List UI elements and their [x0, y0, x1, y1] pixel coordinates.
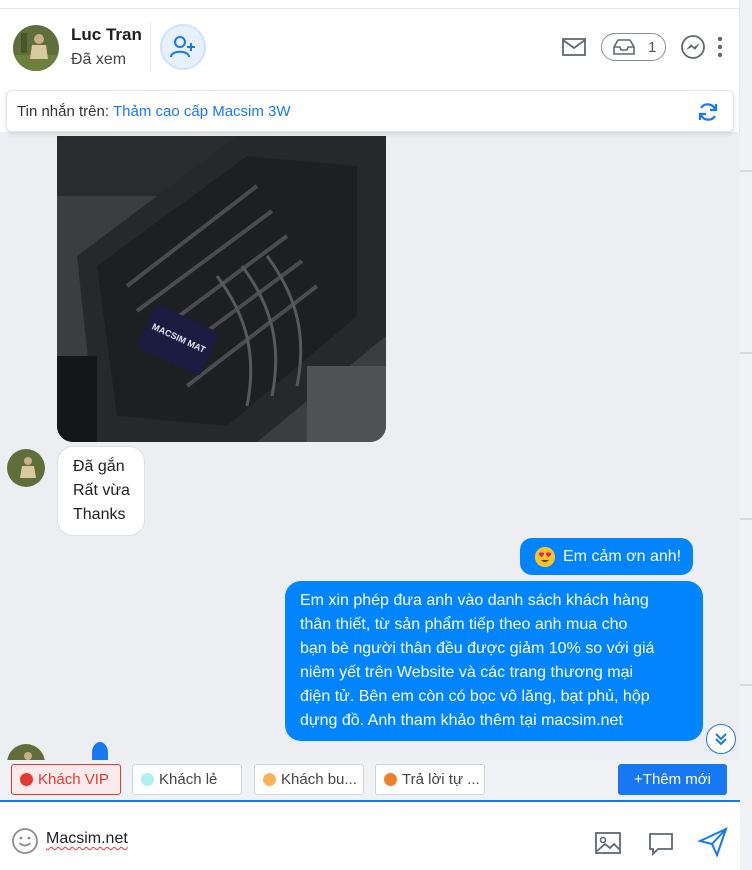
- tag-color-dot: [384, 773, 397, 786]
- add-tag-button[interactable]: +Thêm mới: [618, 764, 727, 795]
- outgoing-message: Em cảm ơn anh!: [520, 538, 694, 575]
- tag-khach-le[interactable]: Khách lẻ: [132, 764, 242, 795]
- panel-edge-divider: [740, 518, 752, 520]
- conversation-header: Luc Tran Đã xem 1: [0, 8, 740, 86]
- message-line: Đã gắn: [73, 458, 125, 475]
- message-line: niêm yết trên Website và các trang thươn…: [300, 664, 634, 681]
- message-text: Em cảm ơn anh!: [563, 547, 682, 565]
- context-product-link[interactable]: Thảm cao cấp Macsim 3W: [113, 103, 291, 120]
- send-icon[interactable]: [697, 826, 729, 858]
- car-mat-photo[interactable]: MACSIM MAT: [57, 136, 386, 442]
- message-input[interactable]: Macsim.net: [46, 830, 128, 848]
- tag-color-dot: [141, 773, 154, 786]
- sender-avatar: [7, 449, 45, 487]
- message-thread[interactable]: MACSIM MAT Đã gắn Rất vừa Thanks Em cảm …: [0, 132, 740, 800]
- panel-edge-divider: [740, 170, 752, 172]
- refresh-icon[interactable]: [697, 101, 719, 123]
- tag-tra-loi-tu-dong[interactable]: Trả lời tự ...: [375, 764, 485, 795]
- emoji-picker-icon[interactable]: [11, 827, 39, 855]
- message-line: điện tử. Bên em còn có bọc vô lăng, bạt …: [300, 688, 650, 705]
- message-line: thân thiết, từ sản phẩm tiếp theo anh mu…: [300, 616, 628, 633]
- attach-image-icon[interactable]: [594, 829, 622, 857]
- message-line: bạn bè người thân đều được giảm 10% so v…: [300, 640, 655, 657]
- tag-khach-buon[interactable]: Khách bu...: [254, 764, 364, 795]
- tag-label: Khách bu...: [281, 771, 357, 788]
- scroll-to-bottom-button[interactable]: [706, 724, 736, 754]
- customer-tags-bar: Khách VIP Khách lẻ Khách bu... Trả lời t…: [0, 760, 740, 800]
- contact-avatar[interactable]: [13, 25, 59, 71]
- panel-edge-divider: [740, 684, 752, 686]
- tag-khach-vip[interactable]: Khách VIP: [11, 764, 121, 795]
- double-chevron-down-icon: [715, 733, 727, 746]
- message-line: Thanks: [73, 506, 126, 523]
- seen-status: Đã xem: [71, 51, 127, 68]
- add-user-icon: [170, 36, 195, 58]
- messenger-icon[interactable]: [680, 34, 706, 60]
- tag-label: Trả lời tự ...: [402, 771, 480, 788]
- contact-name[interactable]: Luc Tran: [71, 25, 142, 45]
- tag-color-dot: [263, 773, 276, 786]
- panel-edge-divider: [740, 352, 752, 354]
- inbox-counter-button[interactable]: 1: [601, 33, 666, 61]
- outgoing-message: Em xin phép đưa anh vào danh sách khách …: [285, 581, 703, 741]
- message-line: dựng đồ. Anh tham khảo thêm tại macsim.n…: [300, 712, 623, 729]
- incoming-message: Đã gắn Rất vừa Thanks: [57, 446, 145, 536]
- tag-label: Khách lẻ: [159, 771, 218, 788]
- context-label: Tin nhắn trên:: [17, 102, 109, 120]
- message-line: Rất vừa: [73, 482, 130, 499]
- inbox-tray-icon: [613, 39, 635, 55]
- tag-label: Khách VIP: [38, 771, 109, 788]
- conversation-panel: Luc Tran Đã xem 1 Tin nhắn trên: Thảm ca…: [0, 0, 740, 870]
- inbox-count: 1: [648, 38, 657, 56]
- header-divider: [150, 21, 151, 71]
- message-composer: Macsim.net: [0, 800, 740, 870]
- quick-reply-icon[interactable]: [647, 830, 675, 858]
- tag-color-dot: [20, 773, 33, 786]
- add-user-button[interactable]: [160, 24, 206, 70]
- adjacent-panel-edge: [740, 0, 752, 870]
- message-line: Em xin phép đưa anh vào danh sách khách …: [300, 592, 649, 609]
- more-options-icon[interactable]: [715, 35, 725, 59]
- heart-eyes-emoji-icon: [535, 546, 555, 567]
- mail-icon[interactable]: [561, 35, 587, 59]
- message-context-bar: Tin nhắn trên: Thảm cao cấp Macsim 3W: [6, 90, 734, 132]
